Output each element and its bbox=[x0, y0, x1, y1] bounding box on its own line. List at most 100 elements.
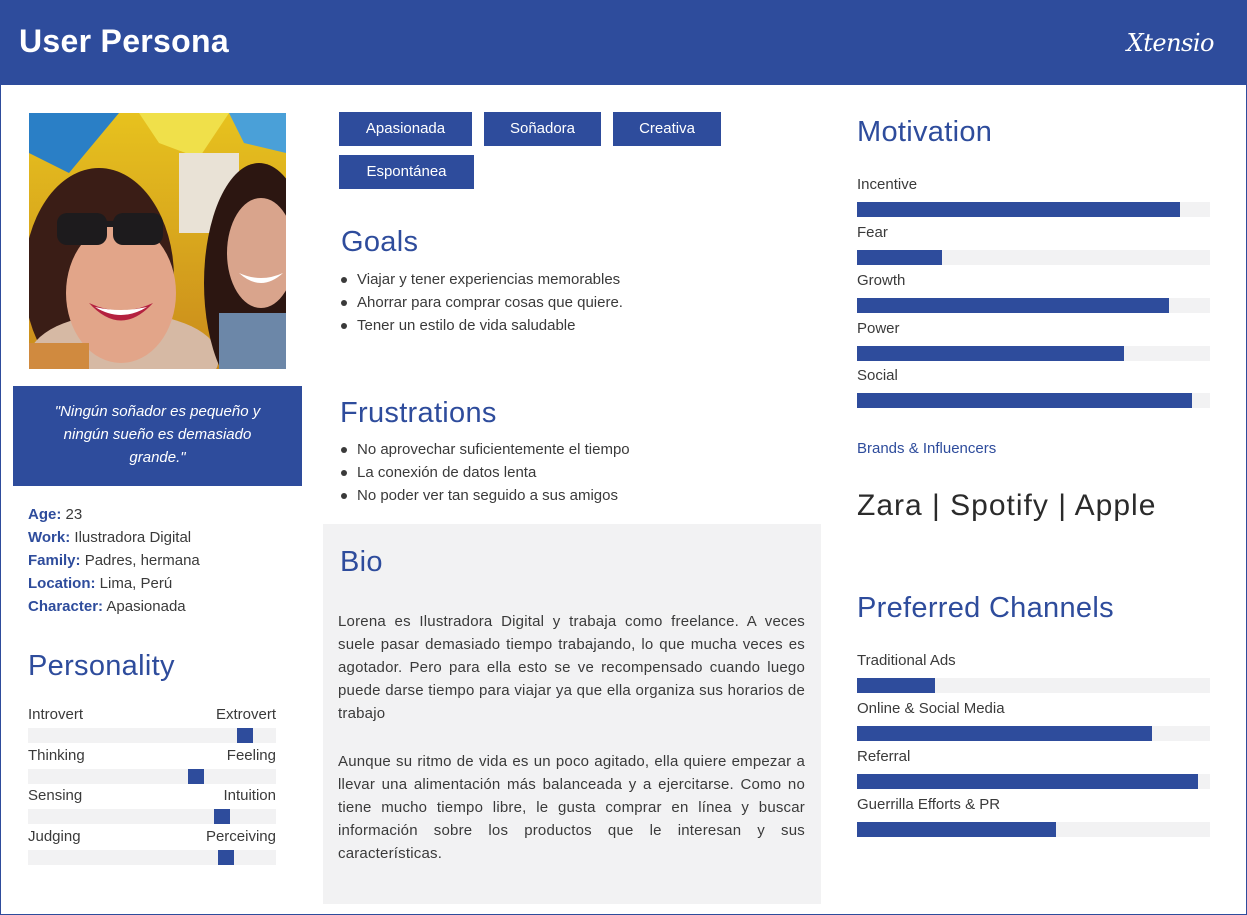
trait-slider-track[interactable] bbox=[28, 728, 276, 743]
frustrations-list: No aprovechar suficientemente el tiempo … bbox=[341, 438, 630, 507]
channel-label: Traditional Ads bbox=[857, 652, 956, 669]
persona-facts: Age: 23 Work: Ilustradora Digital Family… bbox=[28, 503, 200, 618]
trait-slider-knob[interactable] bbox=[188, 769, 204, 784]
trait-left-label: Judging bbox=[28, 828, 81, 845]
motivation-bar: Fear bbox=[857, 224, 1210, 265]
channel-track[interactable] bbox=[857, 822, 1210, 837]
list-item: No aprovechar suficientemente el tiempo bbox=[341, 438, 630, 461]
channel-label: Online & Social Media bbox=[857, 700, 1005, 717]
channel-fill bbox=[857, 774, 1198, 789]
list-item: Viajar y tener experiencias memorables bbox=[341, 268, 623, 291]
motivation-fill bbox=[857, 346, 1124, 361]
motivation-label: Growth bbox=[857, 272, 906, 289]
fact-family: Family: Padres, hermana bbox=[28, 552, 200, 569]
personality-row: Thinking Feeling bbox=[28, 747, 276, 784]
motivation-bar: Power bbox=[857, 320, 1210, 361]
channel-bar: Referral bbox=[857, 748, 1210, 789]
trait-right-label: Extrovert bbox=[215, 706, 276, 723]
motivation-bar: Social bbox=[857, 367, 1210, 408]
fact-value: Padres, hermana bbox=[84, 552, 200, 569]
list-item: No poder ver tan seguido a sus amigos bbox=[341, 484, 630, 507]
fact-label: Work bbox=[28, 529, 66, 546]
channel-track[interactable] bbox=[857, 726, 1210, 741]
fact-character: Character: Apasionada bbox=[28, 598, 186, 615]
motivation-label: Power bbox=[857, 320, 900, 337]
trait-right-label: Feeling bbox=[226, 747, 276, 764]
personality-row: Judging Perceiving bbox=[28, 828, 276, 865]
list-item: La conexión de datos lenta bbox=[341, 461, 630, 484]
fact-work: Work: Ilustradora Digital bbox=[28, 529, 192, 546]
fact-value: Lima, Perú bbox=[99, 575, 173, 592]
channel-fill bbox=[857, 678, 935, 693]
fact-value: Apasionada bbox=[106, 598, 186, 615]
persona-photo[interactable] bbox=[29, 113, 286, 369]
channel-track[interactable] bbox=[857, 678, 1210, 693]
fact-value: Ilustradora Digital bbox=[74, 529, 192, 546]
personality-row: Sensing Intuition bbox=[28, 787, 276, 824]
motivation-track[interactable] bbox=[857, 346, 1210, 361]
list-item: Ahorrar para comprar cosas que quiere. bbox=[341, 291, 623, 314]
bio-paragraph: Lorena es Ilustradora Digital y trabaja … bbox=[338, 613, 805, 722]
trait-slider-track[interactable] bbox=[28, 809, 276, 824]
motivation-label: Fear bbox=[857, 224, 888, 241]
fact-label: Age bbox=[28, 506, 57, 523]
personality-row: Introvert Extrovert bbox=[28, 706, 276, 743]
fact-label: Family bbox=[28, 552, 76, 569]
tag-sonadora[interactable]: Soñadora bbox=[484, 112, 601, 146]
channel-label: Referral bbox=[857, 748, 911, 765]
trait-slider-knob[interactable] bbox=[218, 850, 234, 865]
personality-heading: Personality bbox=[28, 650, 175, 682]
tag-creativa[interactable]: Creativa bbox=[613, 112, 721, 146]
goals-heading: Goals bbox=[341, 226, 419, 258]
trait-left-label: Sensing bbox=[28, 787, 83, 804]
motivation-track[interactable] bbox=[857, 393, 1210, 408]
motivation-bar: Incentive bbox=[857, 176, 1210, 217]
motivation-track[interactable] bbox=[857, 250, 1210, 265]
trait-right-label: Perceiving bbox=[205, 828, 276, 845]
list-item: Tener un estilo de vida saludable bbox=[341, 314, 623, 337]
bio-panel: Bio Lorena es Ilustradora Digital y trab… bbox=[323, 524, 821, 904]
motivation-bar: Growth bbox=[857, 272, 1210, 313]
channel-fill bbox=[857, 726, 1152, 741]
motivation-label: Incentive bbox=[857, 176, 918, 193]
bio-heading: Bio bbox=[340, 546, 383, 578]
fact-value: 23 bbox=[65, 506, 83, 523]
fact-label: Character bbox=[28, 598, 99, 615]
tag-apasionada[interactable]: Apasionada bbox=[339, 112, 472, 146]
brands-text: Zara | Spotify | Apple bbox=[857, 489, 1157, 522]
frustrations-heading: Frustrations bbox=[340, 397, 497, 429]
trait-slider-knob[interactable] bbox=[237, 728, 253, 743]
header-bar: User Persona Xtensio bbox=[1, 1, 1246, 85]
trait-slider-track[interactable] bbox=[28, 850, 276, 865]
channels-heading: Preferred Channels bbox=[857, 592, 1114, 624]
channel-label: Guerrilla Efforts & PR bbox=[857, 796, 1001, 813]
channel-bar: Guerrilla Efforts & PR bbox=[857, 796, 1210, 837]
fact-age: Age: 23 bbox=[28, 506, 83, 523]
channel-fill bbox=[857, 822, 1057, 837]
channel-bar: Traditional Ads bbox=[857, 652, 1210, 693]
motivation-fill bbox=[857, 250, 942, 265]
tag-espontanea[interactable]: Espontánea bbox=[339, 155, 474, 189]
trait-right-label: Intuition bbox=[223, 787, 276, 804]
motivation-track[interactable] bbox=[857, 298, 1210, 313]
trait-slider-track[interactable] bbox=[28, 769, 276, 784]
motivation-label: Social bbox=[857, 367, 898, 384]
fact-location: Location: Lima, Perú bbox=[28, 575, 173, 592]
persona-quote: "Ningún soñador es pequeño y ningún sueñ… bbox=[13, 386, 302, 486]
bio-paragraph: Aunque su ritmo de vida es un poco agita… bbox=[338, 753, 805, 862]
motivation-heading: Motivation bbox=[857, 116, 993, 148]
trait-left-label: Introvert bbox=[28, 706, 84, 723]
motivation-fill bbox=[857, 393, 1193, 408]
trait-left-label: Thinking bbox=[28, 747, 85, 764]
motivation-track[interactable] bbox=[857, 202, 1210, 217]
fact-label: Location bbox=[28, 575, 91, 592]
channel-track[interactable] bbox=[857, 774, 1210, 789]
page-title: User Persona bbox=[19, 23, 229, 59]
motivation-fill bbox=[857, 298, 1170, 313]
goals-list: Viajar y tener experiencias memorables A… bbox=[341, 268, 623, 337]
channel-bar: Online & Social Media bbox=[857, 700, 1210, 741]
motivation-fill bbox=[857, 202, 1180, 217]
xtensio-logo[interactable]: Xtensio bbox=[1127, 29, 1215, 57]
trait-slider-knob[interactable] bbox=[214, 809, 230, 824]
photo-illustration bbox=[29, 113, 286, 369]
